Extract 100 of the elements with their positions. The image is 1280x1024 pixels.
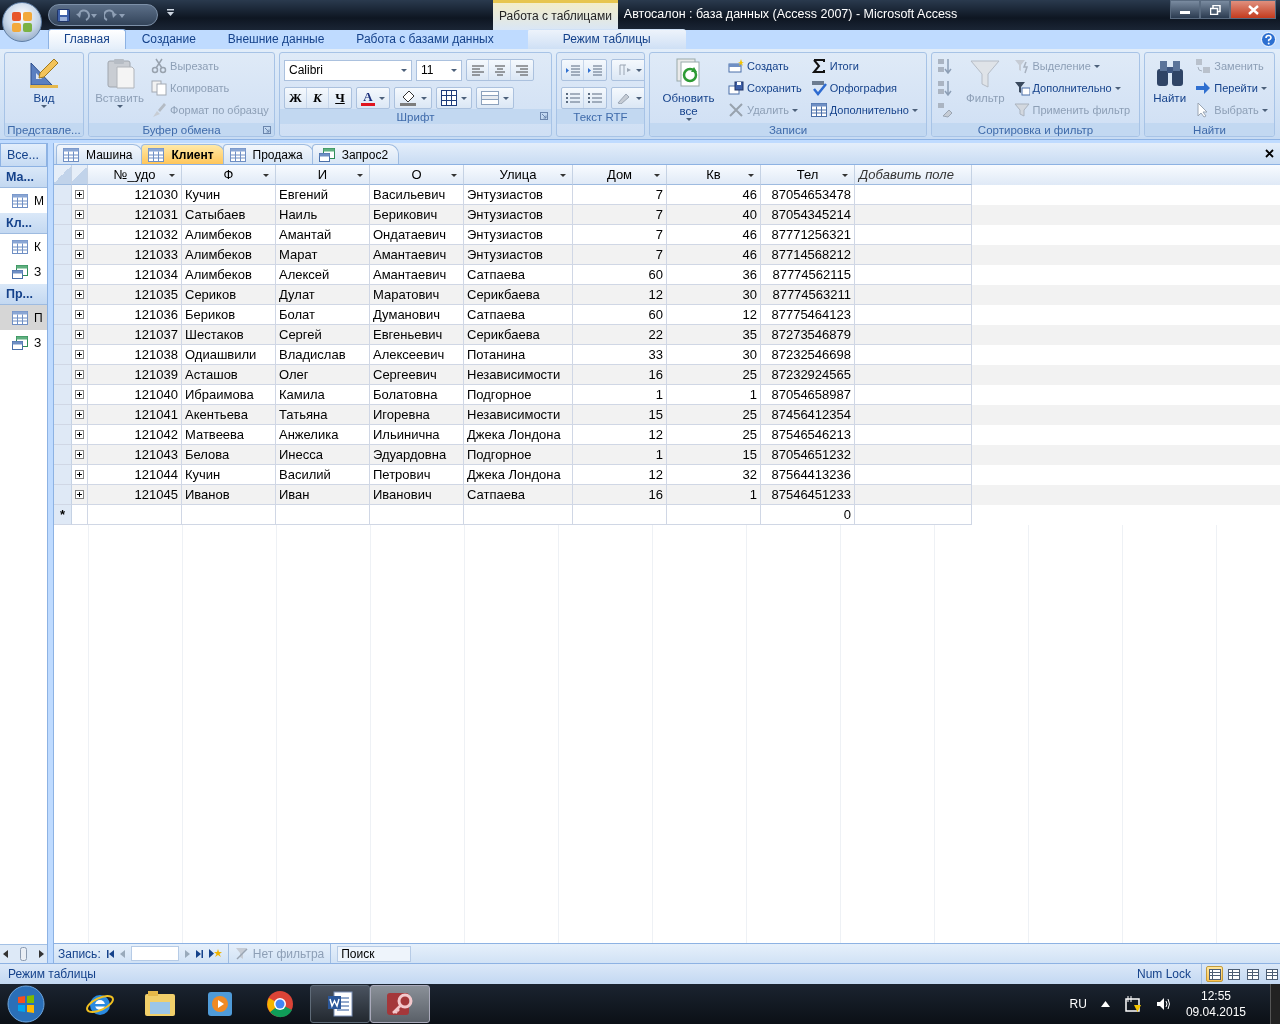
document-tab[interactable]: Клиент	[141, 144, 225, 164]
speaker-icon[interactable]	[1155, 997, 1172, 1011]
ribbon-tab[interactable]: Режим таблицы	[527, 29, 686, 49]
sort-descending-icon	[937, 80, 953, 96]
dialog-launcher-icon[interactable]	[540, 112, 548, 120]
play-icon[interactable]	[206, 990, 234, 1018]
key-icon[interactable]	[385, 990, 415, 1018]
expand-icon[interactable]	[75, 490, 84, 499]
navigation-group-header[interactable]: Ма...	[0, 167, 47, 188]
expand-icon[interactable]	[75, 290, 84, 299]
ribbon-button[interactable]: Дополнительно	[809, 99, 922, 121]
horizontal-scrollbar[interactable]	[0, 944, 47, 963]
expand-icon[interactable]	[75, 370, 84, 379]
expand-icon[interactable]	[75, 270, 84, 279]
bold-button[interactable]: Ж	[285, 88, 307, 108]
group-label: Записи	[768, 123, 808, 136]
first-record-icon[interactable]	[106, 949, 114, 958]
view-button[interactable]	[1244, 966, 1261, 982]
last-record-icon[interactable]	[195, 949, 203, 958]
font-name-field[interactable]: Calibri	[284, 59, 412, 81]
gridlines-button[interactable]	[436, 87, 472, 109]
expand-icon[interactable]	[75, 250, 84, 259]
view-button[interactable]	[1206, 966, 1223, 982]
expand-icon[interactable]	[75, 230, 84, 239]
expand-icon[interactable]	[75, 210, 84, 219]
close-button[interactable]	[1230, 0, 1276, 19]
navigation-group-header[interactable]: Кл...	[0, 213, 47, 234]
scroll-right-icon[interactable]	[39, 950, 44, 958]
ribbon-tab[interactable]: Работа с базами данных	[340, 29, 510, 49]
datasheet-view-icon	[1208, 968, 1221, 980]
redo-icon[interactable]	[104, 8, 126, 22]
navigation-group-header[interactable]: Пр...	[0, 284, 47, 305]
ribbon-button[interactable]: Создать	[727, 55, 806, 77]
undo-icon[interactable]	[76, 8, 98, 22]
ribbon-button[interactable]: Орфография	[809, 77, 922, 99]
navigation-item[interactable]: П	[0, 305, 47, 330]
document-tab[interactable]: Машина	[56, 144, 144, 164]
caret-icon	[421, 96, 427, 100]
restore-button[interactable]	[1200, 0, 1230, 19]
new-record-marker[interactable]: *	[54, 505, 72, 525]
group-label: Найти	[1193, 123, 1226, 136]
expand-icon[interactable]	[75, 410, 84, 419]
chrome-icon[interactable]	[266, 990, 294, 1018]
expand-icon[interactable]	[75, 470, 84, 479]
start-button[interactable]	[6, 984, 46, 1024]
document-tab[interactable]: Запрос2	[311, 144, 400, 164]
scroll-thumb-icon[interactable]	[20, 947, 27, 961]
indent-icon	[588, 64, 602, 76]
caret-icon	[169, 174, 175, 177]
new-record-icon[interactable]	[208, 949, 222, 958]
table-icon	[229, 147, 246, 162]
font-size-field[interactable]: 11	[416, 59, 462, 81]
taskbar-button[interactable]	[310, 985, 370, 1023]
alternate-color-button[interactable]	[476, 87, 514, 109]
ribbon-button[interactable]: Найти	[1149, 55, 1191, 107]
customize-icon[interactable]	[166, 9, 175, 17]
scroll-left-icon[interactable]	[3, 950, 8, 958]
minimize-button[interactable]	[1170, 0, 1200, 19]
fill-color-button[interactable]	[394, 87, 432, 109]
expand-icon[interactable]	[75, 190, 84, 199]
expand-icon[interactable]	[75, 390, 84, 399]
ribbon-button[interactable]: Вид	[9, 55, 79, 110]
caret-icon	[792, 108, 799, 112]
expand-icon[interactable]	[75, 330, 84, 339]
search-field[interactable]: Поиск	[337, 945, 412, 962]
document-icon[interactable]	[326, 990, 354, 1018]
expand-icon[interactable]	[75, 430, 84, 439]
network-warning-icon[interactable]	[1123, 995, 1142, 1013]
underline-button[interactable]: Ч	[329, 88, 351, 108]
language-indicator[interactable]: RU	[1069, 997, 1087, 1011]
ribbon-button[interactable]: Итоги	[809, 55, 922, 77]
navigation-pane-header[interactable]: Все...	[0, 143, 47, 167]
expand-icon[interactable]	[75, 310, 84, 319]
record-number-field[interactable]	[130, 946, 179, 961]
clock[interactable]: 12:55 09.04.2015	[1185, 988, 1246, 1020]
ribbon-button[interactable]: Обновить все	[654, 55, 724, 123]
font-color-button[interactable]: A	[356, 87, 390, 109]
help-icon[interactable]	[1261, 32, 1276, 47]
ribbon-button[interactable]: Сохранить	[727, 77, 806, 99]
caret-icon	[379, 96, 385, 100]
table-icon	[12, 193, 28, 208]
office-button[interactable]	[2, 2, 42, 42]
ribbon-button[interactable]: Перейти	[1194, 77, 1270, 99]
dialog-launcher-icon[interactable]	[263, 126, 271, 134]
save-icon[interactable]	[57, 8, 70, 22]
ribbon-button[interactable]: Дополнительно	[1012, 77, 1135, 99]
record-label: Запись:	[58, 946, 101, 961]
folder-icon[interactable]	[144, 990, 176, 1018]
ribbon-tab[interactable]: Создание	[125, 29, 212, 49]
expand-icon[interactable]	[75, 350, 84, 359]
show-hidden-icons-icon[interactable]	[1100, 1001, 1110, 1007]
funnel-bolt-icon	[1013, 58, 1030, 74]
italic-button[interactable]: К	[307, 88, 329, 108]
close-icon[interactable]	[1265, 149, 1274, 158]
view-button[interactable]	[1225, 966, 1242, 982]
ribbon-tab[interactable]: Главная	[48, 29, 126, 49]
view-button[interactable]	[1263, 966, 1280, 982]
ribbon-tab[interactable]: Внешние данные	[211, 29, 341, 49]
expand-icon[interactable]	[75, 450, 84, 459]
document-tab[interactable]: Продажа	[222, 144, 314, 164]
